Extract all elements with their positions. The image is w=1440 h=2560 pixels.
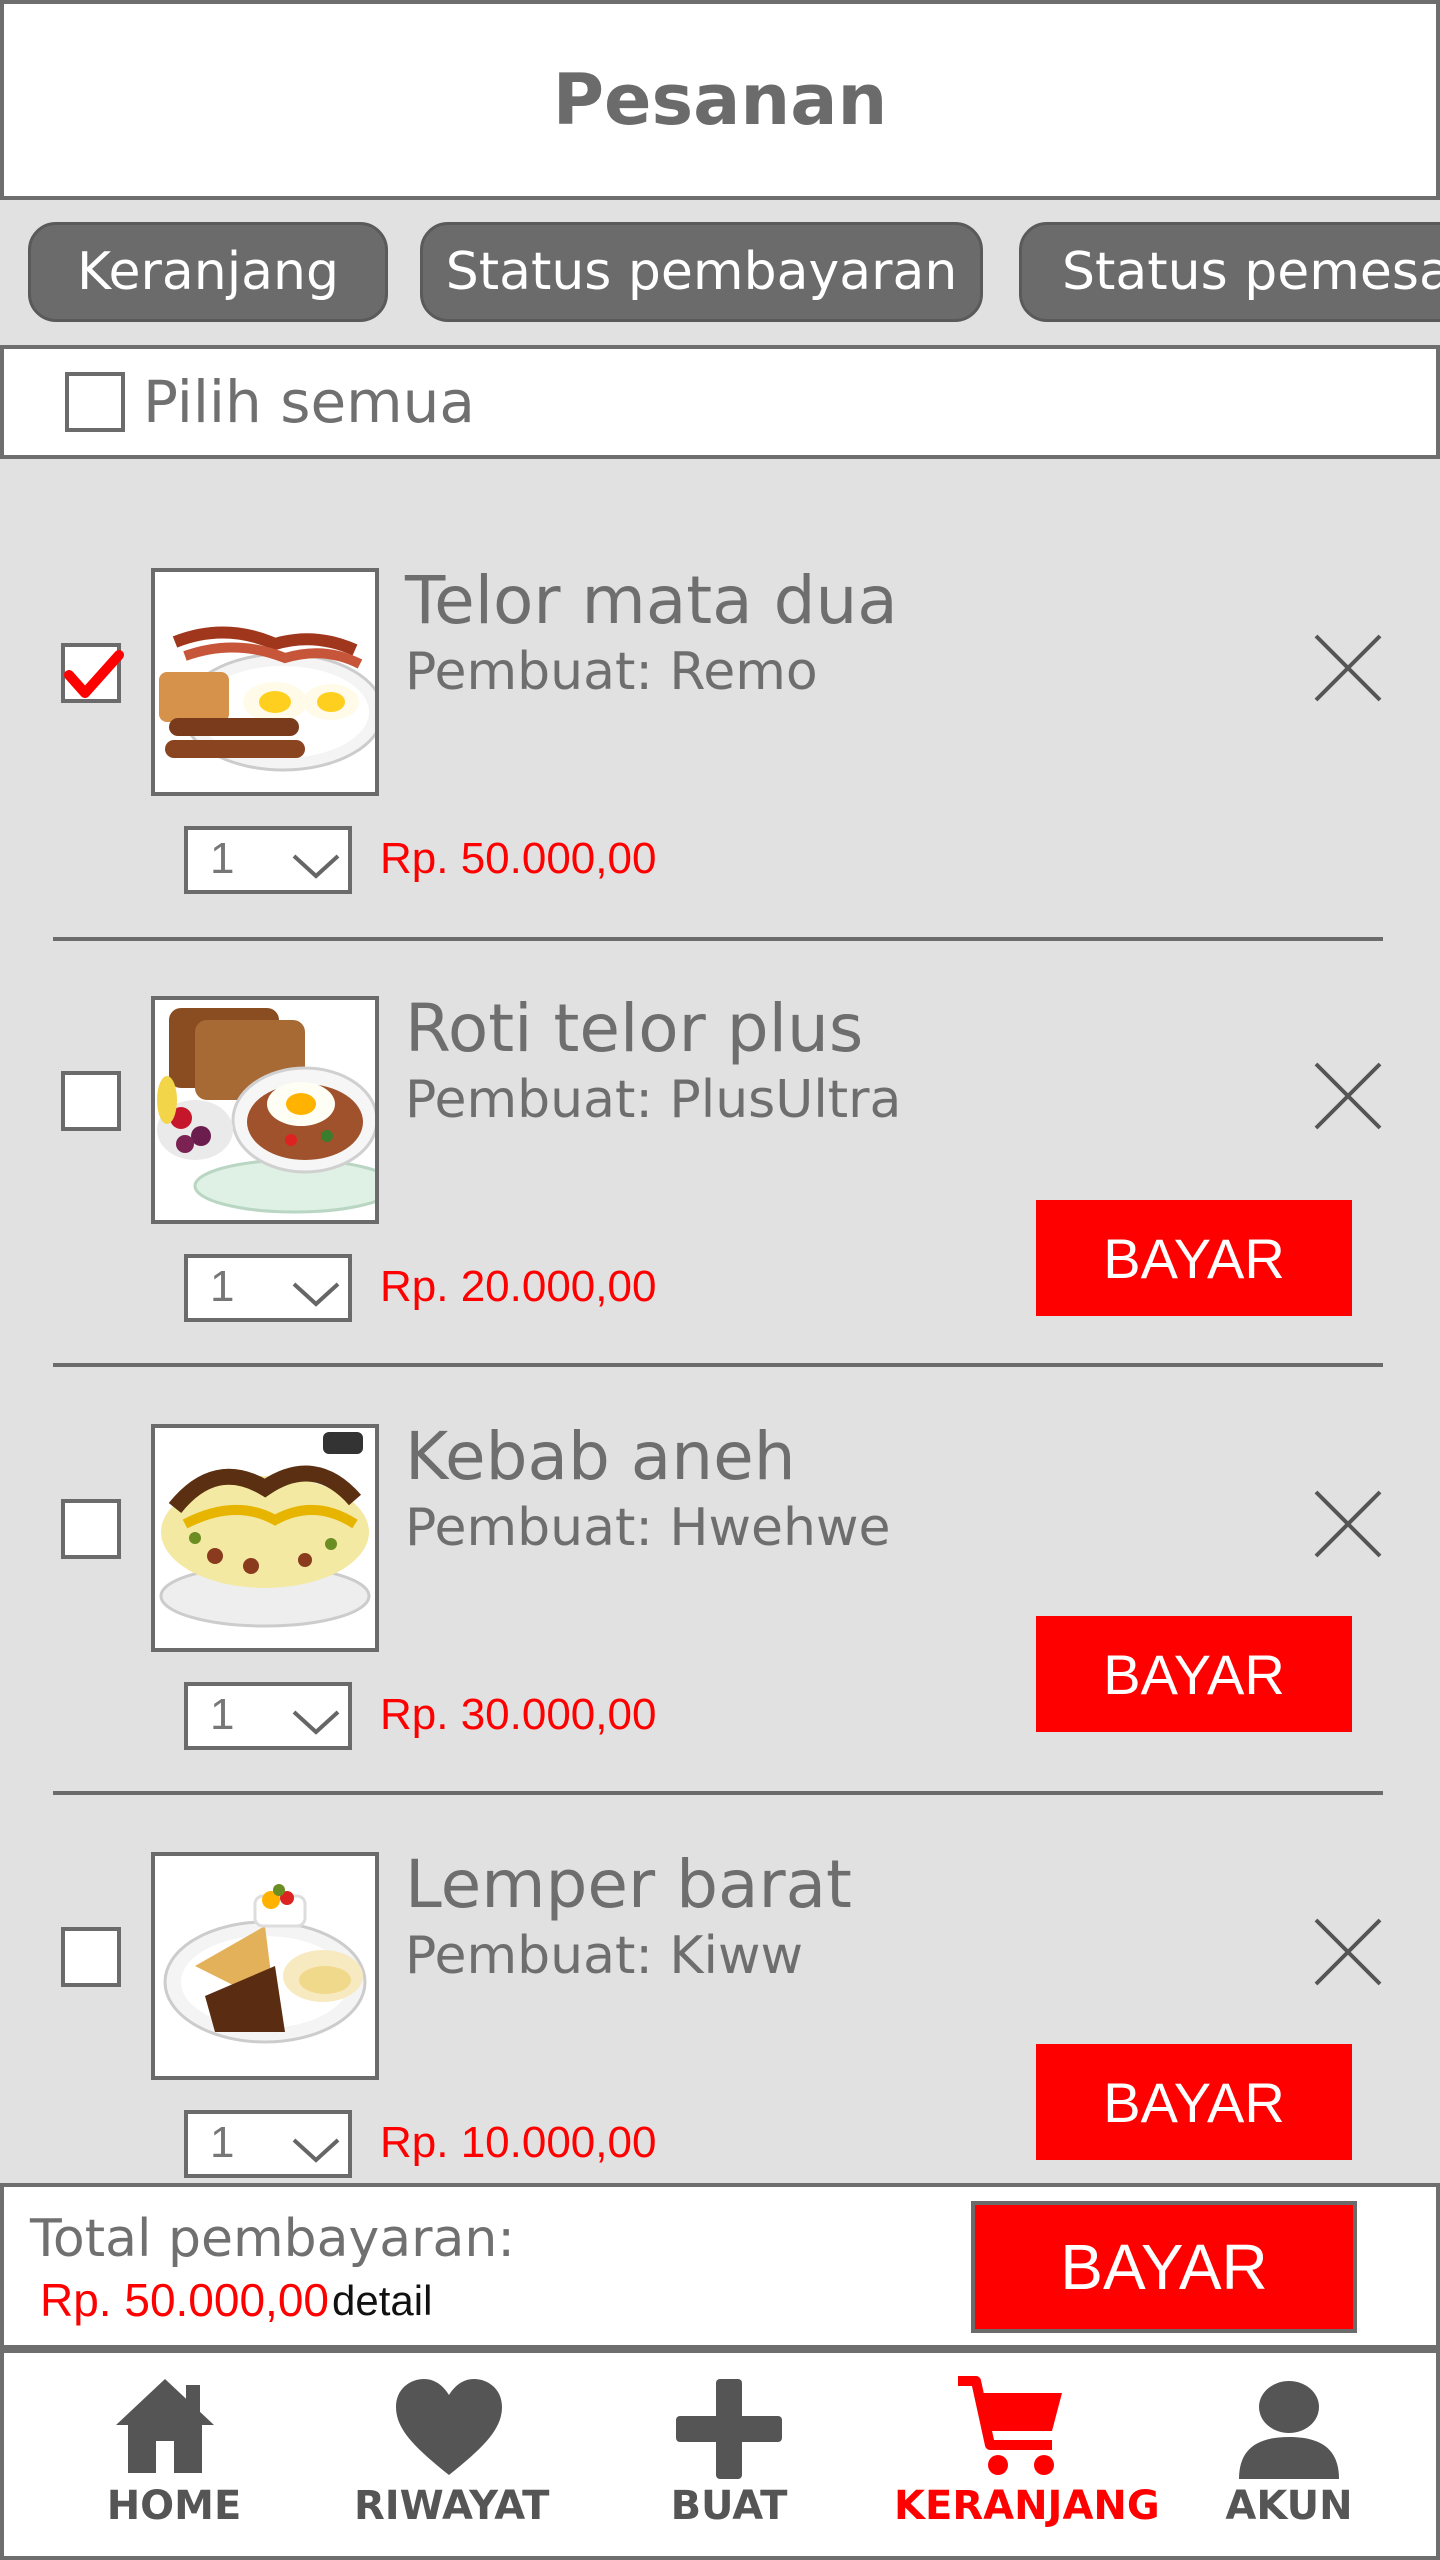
chevron-down-icon: [292, 854, 340, 879]
checkmark-icon: [64, 650, 124, 698]
nav-keranjang[interactable]: KERANJANG: [894, 2353, 1160, 2556]
item-price: Rp. 10.000,00: [380, 2118, 657, 2167]
nav-buat[interactable]: BUAT: [634, 2353, 824, 2556]
item-name: Lemper barat: [405, 1852, 852, 1923]
pay-button[interactable]: BAYAR: [1036, 1200, 1352, 1316]
tab-bar: Keranjang Status pembayaran Status pemes…: [0, 222, 1440, 326]
close-icon[interactable]: [1310, 630, 1386, 706]
item-checkbox[interactable]: [61, 1927, 121, 1987]
quantity-value: 1: [210, 1690, 235, 1739]
quantity-dropdown[interactable]: 1: [184, 2110, 352, 2178]
home-icon: [116, 2379, 214, 2473]
tab-keranjang[interactable]: Keranjang: [28, 222, 388, 322]
select-all-checkbox[interactable]: [65, 372, 125, 432]
item-checkbox[interactable]: [61, 1499, 121, 1559]
cart-icon: [958, 2376, 1062, 2475]
item-image: [151, 1852, 379, 2080]
nav-label: RIWAYAT: [354, 2483, 550, 2529]
total-bar: Total pembayaran: Rp. 50.000,00 detail B…: [0, 2183, 1440, 2349]
pay-button[interactable]: BAYAR: [1036, 1616, 1352, 1732]
item-maker: Pembuat: Hwehwe: [405, 1498, 891, 1558]
item-price: Rp. 50.000,00: [380, 834, 657, 883]
close-icon[interactable]: [1310, 1486, 1386, 1562]
nav-label: HOME: [106, 2483, 242, 2529]
plus-icon: [676, 2379, 782, 2479]
user-icon: [1239, 2381, 1339, 2479]
cart-item: Telor mata dua Pembuat: Remo 1 Rp. 50.00…: [0, 562, 1440, 996]
item-checkbox[interactable]: [61, 1071, 121, 1131]
page-title: Pesanan: [552, 59, 888, 141]
bottom-nav: HOME RIWAYAT BUAT KERANJANG AKUN: [0, 2349, 1440, 2560]
item-price: Rp. 20.000,00: [380, 1262, 657, 1311]
item-maker: Pembuat: Kiww: [405, 1926, 804, 1986]
nav-label: AKUN: [1225, 2483, 1353, 2529]
item-name: Kebab aneh: [405, 1418, 796, 1495]
chevron-down-icon: [292, 1282, 340, 1307]
cart-item: Lemper barat Pembuat: Kiww BAYAR 1 Rp. 1…: [0, 1852, 1440, 2182]
app-header: Pesanan: [0, 0, 1440, 200]
close-icon[interactable]: [1310, 1914, 1386, 1990]
item-maker: Pembuat: PlusUltra: [405, 1070, 902, 1130]
nav-label: BUAT: [670, 2483, 788, 2529]
quantity-value: 1: [210, 834, 235, 883]
item-image: [151, 568, 379, 796]
quantity-dropdown[interactable]: 1: [184, 1682, 352, 1750]
total-label: Total pembayaran:: [30, 2209, 515, 2269]
tab-status-pembayaran[interactable]: Status pembayaran: [420, 222, 983, 322]
item-divider: [53, 1363, 1383, 1367]
total-value: Rp. 50.000,00: [40, 2274, 330, 2326]
detail-link[interactable]: detail: [332, 2277, 432, 2325]
item-image: [151, 996, 379, 1224]
close-icon[interactable]: [1310, 1058, 1386, 1134]
chevron-down-icon: [292, 1710, 340, 1735]
item-image: [151, 1424, 379, 1652]
heart-icon: [396, 2379, 502, 2475]
item-divider: [53, 937, 1383, 941]
pay-all-button[interactable]: BAYAR: [971, 2201, 1357, 2333]
nav-home[interactable]: HOME: [84, 2353, 264, 2556]
quantity-value: 1: [210, 1262, 235, 1311]
item-price: Rp. 30.000,00: [380, 1690, 657, 1739]
select-all-row: Pilih semua: [0, 345, 1440, 459]
quantity-dropdown[interactable]: 1: [184, 826, 352, 894]
item-divider: [53, 1791, 1383, 1795]
item-checkbox[interactable]: [61, 643, 124, 703]
select-all-label: Pilih semua: [143, 368, 475, 436]
nav-riwayat[interactable]: RIWAYAT: [354, 2353, 550, 2556]
nav-akun[interactable]: AKUN: [1194, 2353, 1384, 2556]
chevron-down-icon: [292, 2138, 340, 2163]
tab-status-pemesanan[interactable]: Status pemesan: [1019, 222, 1440, 322]
nav-label: KERANJANG: [894, 2483, 1160, 2529]
pay-button[interactable]: BAYAR: [1036, 2044, 1352, 2160]
quantity-dropdown[interactable]: 1: [184, 1254, 352, 1322]
item-name: Roti telor plus: [405, 990, 864, 1067]
item-name: Telor mata dua: [405, 562, 898, 639]
cart-item: Roti telor plus Pembuat: PlusUltra BAYAR…: [0, 990, 1440, 1424]
quantity-value: 1: [210, 2118, 235, 2167]
item-maker: Pembuat: Remo: [405, 642, 818, 702]
cart-item: Kebab aneh Pembuat: Hwehwe BAYAR 1 Rp. 3…: [0, 1418, 1440, 1852]
